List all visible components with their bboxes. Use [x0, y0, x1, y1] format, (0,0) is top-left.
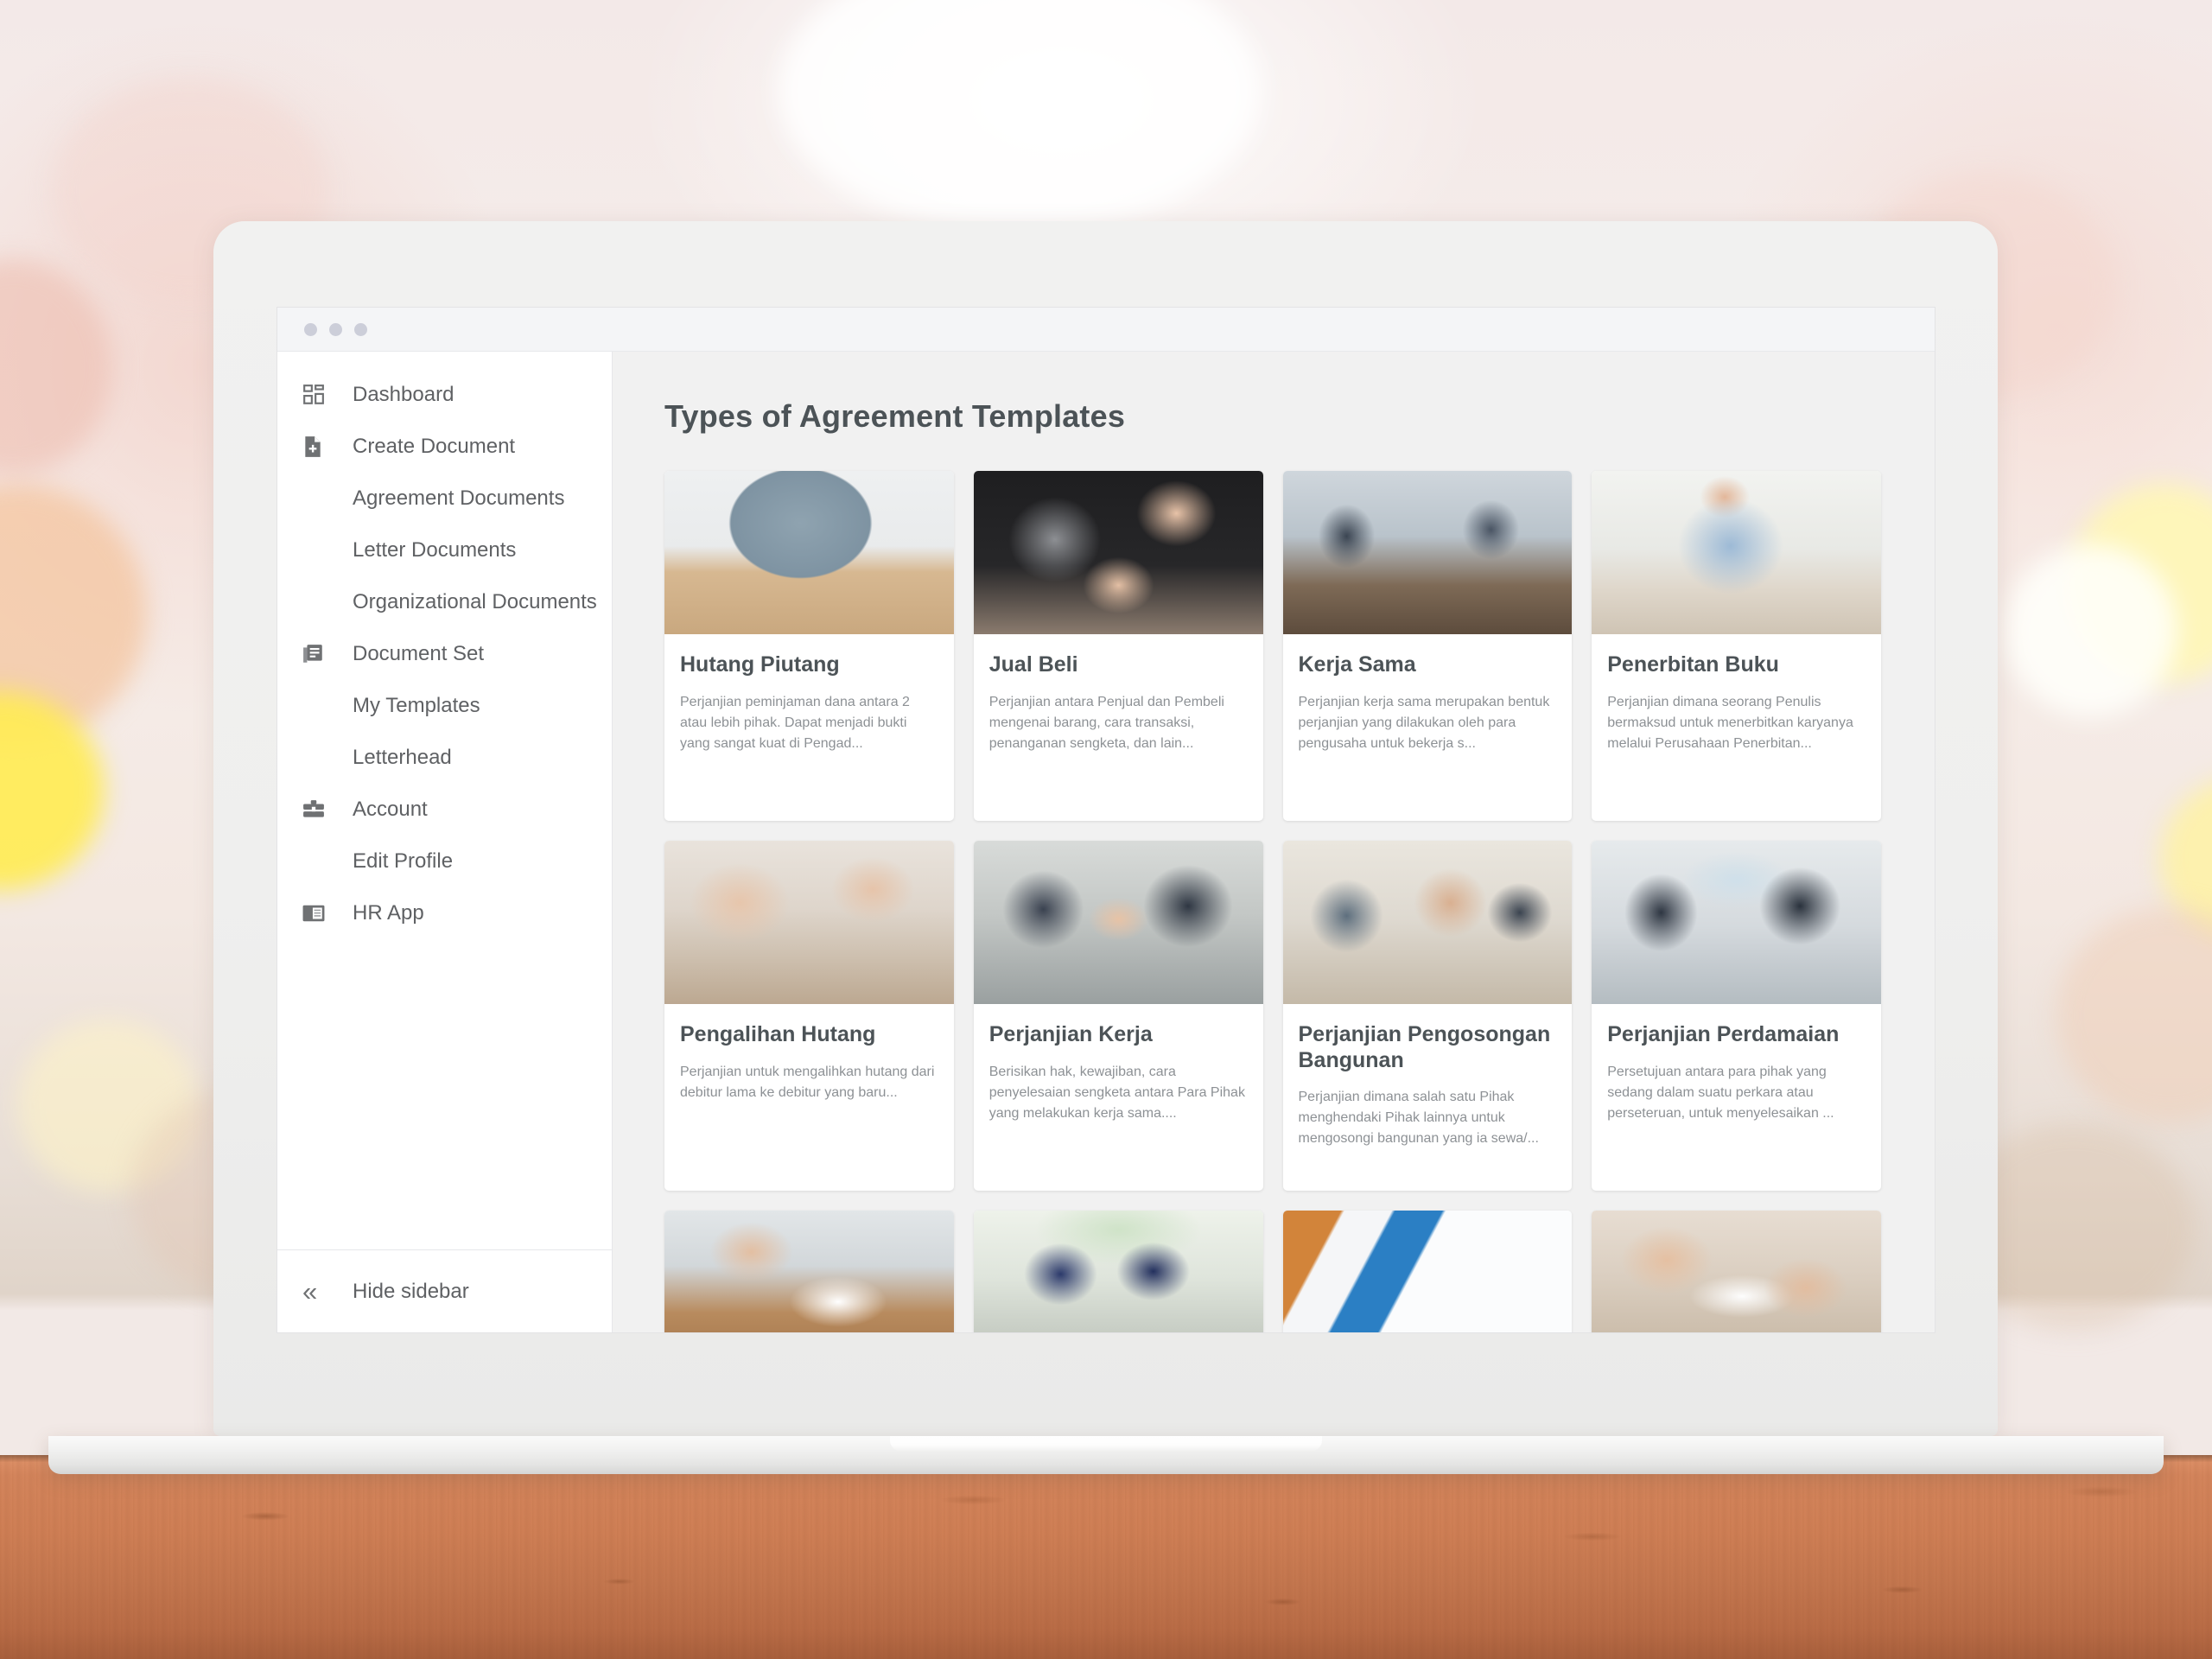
sidebar: Dashboard Create Document Agreement Docu…	[277, 352, 613, 1332]
sidebar-item-organizational-documents[interactable]: Organizational Documents	[277, 576, 612, 628]
sidebar-item-label: My Templates	[353, 694, 480, 717]
sidebar-item-label: Dashboard	[353, 383, 454, 406]
sidebar-item-letter-documents[interactable]: Letter Documents	[277, 524, 612, 576]
template-card[interactable]: Kerja Sama Perjanjian kerja sama merupak…	[1282, 471, 1573, 821]
laptop-base-notch	[890, 1436, 1322, 1451]
bokeh-light	[2005, 544, 2177, 717]
template-card-description: Perjanjian peminjaman dana antara 2 atau…	[680, 694, 910, 751]
document-stack-icon	[302, 644, 332, 664]
template-card[interactable]: Pengalihan Hutang Perjanjian untuk menga…	[664, 841, 954, 1191]
template-card[interactable]	[1592, 1211, 1881, 1332]
template-card-title: Penerbitan Buku	[1607, 652, 1779, 677]
template-card-description: Perjanjian kerja sama merupakan bentuk p…	[1298, 694, 1550, 751]
template-card-body: Perjanjian Perdamaian Persetujuan antara…	[1592, 1004, 1881, 1124]
template-card-title: Pengalihan Hutang	[680, 1022, 876, 1046]
template-card[interactable]: Perjanjian Perdamaian Persetujuan antara…	[1592, 841, 1881, 1191]
sidebar-item-label: Create Document	[353, 435, 516, 458]
template-thumbnail	[664, 471, 954, 634]
sidebar-item-edit-profile[interactable]: Edit Profile	[277, 836, 612, 887]
hide-sidebar-label: Hide sidebar	[353, 1279, 469, 1303]
template-thumbnail	[973, 841, 1263, 1004]
template-card-description: Persetujuan antara para pihak yang sedan…	[1607, 1064, 1834, 1121]
sidebar-item-label: Account	[353, 798, 428, 821]
template-card[interactable]: Penerbitan Buku Perjanjian dimana seoran…	[1592, 471, 1881, 821]
template-thumbnail	[1282, 841, 1573, 1004]
template-card-title: Hutang Piutang	[680, 652, 840, 677]
browser-chrome-bar	[277, 308, 1935, 352]
template-card-description: Perjanjian dimana salah satu Pihak mengh…	[1298, 1090, 1539, 1146]
sidebar-item-label: Organizational Documents	[353, 590, 597, 613]
sidebar-item-agreement-documents[interactable]: Agreement Documents	[277, 473, 612, 524]
template-card-body: Hutang Piutang Perjanjian peminjaman dan…	[664, 634, 954, 754]
laptop-screen: Dashboard Create Document Agreement Docu…	[276, 307, 1936, 1333]
template-card-body: Perjanjian Kerja Berisikan hak, kewajiba…	[974, 1004, 1263, 1124]
dashboard-grid-icon	[302, 384, 332, 406]
template-card[interactable]	[664, 1211, 954, 1332]
sidebar-item-account[interactable]: Account	[277, 784, 612, 836]
template-thumbnail	[1282, 471, 1573, 634]
sidebar-item-letterhead[interactable]: Letterhead	[277, 732, 612, 784]
template-card-description: Perjanjian antara Penjual dan Pembeli me…	[988, 694, 1224, 751]
template-card[interactable]: Hutang Piutang Perjanjian peminjaman dan…	[664, 471, 954, 821]
template-card-title: Perjanjian Perdamaian	[1607, 1022, 1840, 1046]
sidebar-item-document-set[interactable]: Document Set	[277, 628, 612, 680]
window-close-dot[interactable]	[304, 322, 317, 336]
sidebar-item-label: Letterhead	[353, 746, 452, 769]
template-card-body: Penerbitan Buku Perjanjian dimana seoran…	[1592, 634, 1881, 754]
window-minimize-dot[interactable]	[329, 322, 342, 336]
desk-wood-grain	[0, 1455, 2212, 1659]
template-card-body: Pengalihan Hutang Perjanjian untuk menga…	[664, 1004, 954, 1103]
sidebar-item-create-document[interactable]: Create Document	[277, 421, 612, 473]
template-card-body: Perjanjian Pengosongan Bangunan Perjanji…	[1283, 1004, 1573, 1149]
id-card-icon	[302, 905, 332, 922]
template-card-title: Jual Beli	[988, 652, 1078, 677]
template-card-title: Kerja Sama	[1298, 652, 1416, 677]
window-maximize-dot[interactable]	[354, 322, 367, 336]
template-card-body: Kerja Sama Perjanjian kerja sama merupak…	[1283, 634, 1573, 754]
main-content: Types of Agreement Templates Hutang Piut…	[613, 352, 1935, 1332]
template-card-title: Perjanjian Kerja	[988, 1022, 1153, 1046]
template-thumbnail	[1282, 1211, 1573, 1332]
sidebar-item-dashboard[interactable]: Dashboard	[277, 369, 612, 421]
wooden-desk	[0, 1455, 2212, 1659]
sidebar-nav-list: Dashboard Create Document Agreement Docu…	[277, 352, 612, 1249]
app-body: Dashboard Create Document Agreement Docu…	[277, 352, 1935, 1332]
sidebar-item-label: Edit Profile	[353, 849, 454, 873]
sidebar-item-hr-app[interactable]: HR App	[277, 887, 612, 939]
sidebar-item-label: Agreement Documents	[353, 486, 565, 510]
template-thumbnail	[664, 1211, 954, 1332]
template-card[interactable]: Perjanjian Kerja Berisikan hak, kewajiba…	[973, 841, 1263, 1191]
template-card-description: Berisikan hak, kewajiban, cara penyelesa…	[988, 1064, 1245, 1121]
template-thumbnail	[1592, 1211, 1881, 1332]
template-card[interactable]: Jual Beli Perjanjian antara Penjual dan …	[973, 471, 1263, 821]
template-card-body: Jual Beli Perjanjian antara Penjual dan …	[974, 634, 1263, 754]
briefcase-icon	[302, 800, 332, 819]
template-thumbnail	[1592, 841, 1881, 1004]
template-thumbnail	[1592, 471, 1881, 634]
template-card-description: Perjanjian untuk mengalihkan hutang dari…	[680, 1064, 935, 1100]
sidebar-item-label: HR App	[353, 901, 424, 925]
template-card[interactable]	[1282, 1211, 1573, 1332]
template-card-grid: Hutang Piutang Perjanjian peminjaman dan…	[664, 471, 1881, 1332]
template-card[interactable]: Perjanjian Pengosongan Bangunan Perjanji…	[1282, 841, 1573, 1191]
template-card-title: Perjanjian Pengosongan Bangunan	[1298, 1022, 1551, 1072]
template-thumbnail	[973, 471, 1263, 634]
hide-sidebar-button[interactable]: « Hide sidebar	[277, 1249, 612, 1332]
page-title: Types of Agreement Templates	[664, 398, 1126, 434]
document-plus-icon	[302, 435, 332, 458]
template-card-description: Perjanjian dimana seorang Penulis bermak…	[1607, 694, 1853, 751]
template-thumbnail	[664, 841, 954, 1004]
sidebar-item-my-templates[interactable]: My Templates	[277, 680, 612, 732]
double-chevron-left-icon: «	[302, 1276, 318, 1306]
template-card[interactable]	[973, 1211, 1263, 1332]
template-thumbnail	[973, 1211, 1263, 1332]
sidebar-item-label: Letter Documents	[353, 538, 517, 562]
sidebar-item-label: Document Set	[353, 642, 485, 665]
